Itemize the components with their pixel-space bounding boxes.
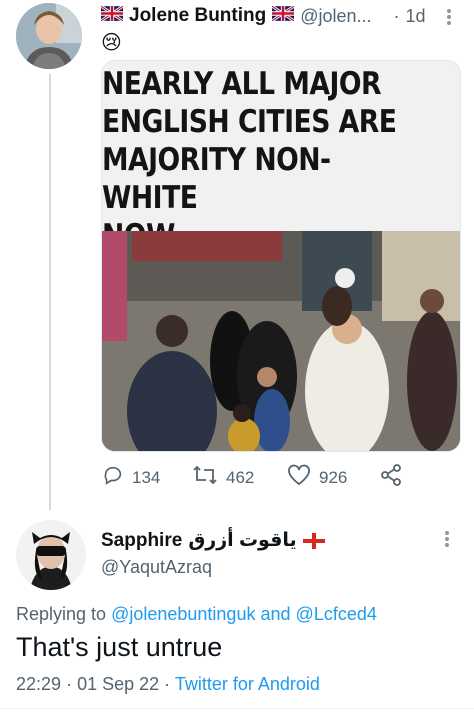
like-count: 926 (319, 467, 348, 487)
replying-user-link[interactable]: @Lcfced4 (296, 604, 377, 624)
tweet-image[interactable]: NEARLY ALL MAJOR ENGLISH CITIES ARE MAJO… (101, 60, 461, 452)
reply-icon (102, 464, 124, 491)
replying-to: Replying to @jolenebuntinguk and @Lcfced… (16, 604, 377, 625)
author-handle[interactable]: @jolen... (300, 6, 371, 27)
replying-prefix: Replying to (16, 604, 107, 624)
replying-and: and (260, 604, 291, 624)
like-button[interactable]: 926 (287, 464, 347, 491)
reply-more-options-icon[interactable] (444, 530, 450, 553)
thread-connector (49, 74, 51, 510)
reply-source-link[interactable]: Twitter for Android (175, 674, 320, 694)
uk-flag-icon (100, 4, 124, 26)
image-headline: NEARLY ALL MAJOR ENGLISH CITIES ARE MAJO… (102, 66, 397, 254)
reply-author-avatar[interactable] (16, 520, 86, 590)
divider (0, 708, 474, 709)
avatar-image (16, 520, 86, 590)
more-options-icon[interactable] (444, 8, 454, 26)
share-button[interactable] (380, 464, 402, 491)
reply-author-name-arabic[interactable]: ياقوت أزرق (188, 529, 296, 552)
tweet-time[interactable]: 1d (406, 6, 426, 27)
replying-user-link[interactable]: @jolenebuntinguk (111, 604, 255, 624)
meta-separator: · (393, 5, 400, 26)
meta-separator: · (164, 674, 171, 694)
tweet-header: Jolene Bunting @jolen... · 1d (100, 2, 441, 30)
reply-button[interactable]: 134 (102, 464, 160, 491)
author-name[interactable]: Jolene Bunting (129, 5, 266, 27)
england-flag-icon (302, 532, 325, 549)
share-icon (380, 464, 402, 491)
tweet-emoji: 😢 (101, 32, 122, 54)
reply-meta: 22:29 · 01 Sep 22 · Twitter for Android (16, 674, 320, 695)
reply-header: Sapphire ياقوت أزرق (101, 529, 325, 552)
uk-flag-icon (271, 4, 296, 26)
reply-text: That's just untrue (16, 632, 223, 662)
retweet-button[interactable]: 462 (192, 464, 254, 491)
heart-icon (287, 464, 311, 491)
street-photo (102, 231, 460, 451)
reply-author-name[interactable]: Sapphire (101, 530, 182, 552)
retweet-count: 462 (226, 467, 255, 487)
author-avatar[interactable] (16, 3, 82, 69)
reply-author-handle[interactable]: @YaqutAzraq (101, 557, 212, 578)
avatar-image (16, 3, 82, 69)
reply-date[interactable]: 01 Sep 22 (77, 674, 159, 694)
meta-separator: · (66, 674, 73, 694)
reply-time[interactable]: 22:29 (16, 674, 61, 694)
retweet-icon (192, 464, 218, 491)
tweet-action-bar: 134 462 926 (102, 464, 422, 492)
reply-count: 134 (132, 467, 161, 487)
